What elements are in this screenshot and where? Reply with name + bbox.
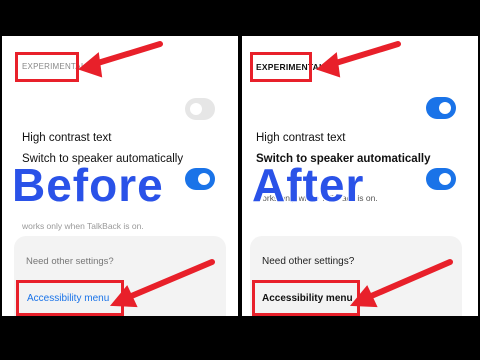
- arrowhead-icon: [109, 285, 138, 308]
- arrow-menu-after: [359, 259, 453, 303]
- arrow-menu-before: [119, 259, 215, 303]
- annotation-arrows: [77, 41, 453, 308]
- arrowhead-icon: [77, 52, 103, 78]
- arrowhead-icon: [349, 285, 378, 308]
- arrowhead-icon: [315, 52, 341, 78]
